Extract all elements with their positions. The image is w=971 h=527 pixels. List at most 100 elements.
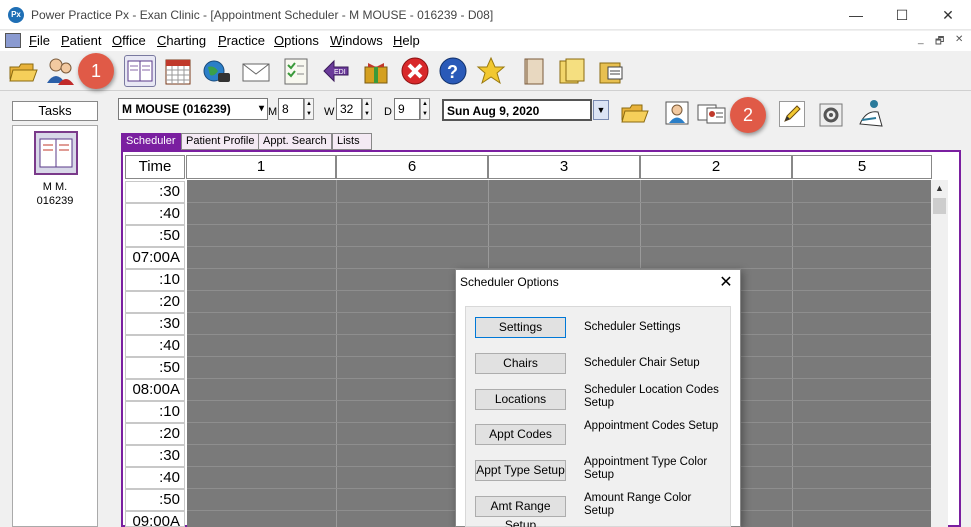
doctor-icon[interactable] — [856, 98, 884, 128]
dialog-title: Scheduler Options — [460, 275, 559, 289]
task-patient-id: 016239 — [36, 195, 74, 207]
time-slot: :40 — [125, 203, 185, 225]
settings-gear-icon[interactable] — [818, 102, 844, 128]
window-title: Power Practice Px - Exan Clinic - [Appoi… — [31, 8, 494, 22]
time-column-header: Time — [125, 155, 185, 179]
week-stepper[interactable]: ▲ ▼ — [362, 98, 372, 120]
chair-column-header[interactable]: 3 — [488, 155, 640, 179]
calendar-grid-icon[interactable] — [162, 55, 194, 87]
time-slot: :10 — [125, 401, 185, 423]
help-icon[interactable]: ? — [437, 55, 469, 87]
scroll-thumb[interactable] — [933, 198, 946, 214]
menu-patient[interactable]: Patient — [61, 33, 101, 48]
scroll-up-arrow-icon[interactable]: ▲ — [931, 180, 948, 197]
folders-icon[interactable] — [556, 55, 588, 87]
chair-column-header[interactable]: 5 — [792, 155, 932, 179]
time-slot: :30 — [125, 445, 185, 467]
edi-icon[interactable]: EDI — [320, 55, 352, 87]
minimize-button[interactable]: — — [833, 0, 879, 30]
grid-row-line — [187, 246, 931, 247]
patient-card-icon[interactable] — [664, 100, 690, 126]
maximize-button[interactable]: ☐ — [879, 0, 925, 30]
gift-icon[interactable] — [360, 55, 392, 87]
time-slot: :10 — [125, 269, 185, 291]
notebook-icon[interactable] — [518, 55, 550, 87]
time-slot: :20 — [125, 291, 185, 313]
appt-type-setup-button[interactable]: Appt Type Setup — [475, 460, 566, 481]
close-button[interactable]: ✕ — [925, 0, 971, 30]
appt-type-description: Appointment Type Color Setup — [584, 456, 708, 481]
star-icon[interactable] — [475, 55, 507, 87]
tab-appt-search[interactable]: Appt. Search — [258, 133, 332, 150]
amt-range-setup-button[interactable]: Amt Range Setup — [475, 496, 566, 527]
locations-button[interactable]: Locations — [475, 389, 566, 410]
time-slot: :40 — [125, 335, 185, 357]
appt-codes-description: Appointment Codes Setup — [584, 420, 719, 432]
document-folder-icon[interactable] — [596, 55, 628, 87]
dialog-close-button[interactable]: ✕ — [716, 272, 736, 292]
scheduler-book-icon[interactable] — [124, 55, 156, 87]
edit-pencil-icon[interactable] — [779, 101, 805, 127]
callout-1: 1 — [78, 53, 114, 89]
patient-book-icon[interactable] — [34, 131, 78, 175]
menu-practice[interactable]: Practice — [218, 33, 265, 48]
globe-camera-icon[interactable] — [200, 55, 232, 87]
week-label: W — [324, 106, 335, 118]
date-dropdown-button[interactable]: ▼ — [593, 100, 609, 120]
settings-button[interactable]: Settings — [475, 317, 566, 338]
task-patient-name[interactable]: M M. — [12, 181, 98, 193]
open-folder-icon[interactable] — [7, 55, 39, 87]
mail-icon[interactable] — [240, 55, 272, 87]
menu-charting[interactable]: Charting — [157, 33, 206, 48]
chair-column-header[interactable]: 2 — [640, 155, 792, 179]
settings-description: Scheduler Settings — [584, 321, 681, 333]
grid-row-line — [187, 202, 931, 203]
menu-windows[interactable]: Windows — [330, 33, 383, 48]
day-field[interactable]: 9 — [394, 98, 420, 120]
time-slot: 07:00A — [125, 247, 185, 269]
grid-divider — [336, 180, 337, 527]
tab-scheduler[interactable]: Scheduler — [121, 133, 181, 150]
time-slot: :50 — [125, 225, 185, 247]
patients-icon[interactable] — [44, 55, 76, 87]
id-cards-icon[interactable] — [697, 102, 727, 124]
menu-file[interactable]: File — [29, 33, 50, 48]
time-slot: :30 — [125, 313, 185, 335]
checklist-icon[interactable] — [280, 55, 312, 87]
grid-divider — [792, 180, 793, 527]
menu-office[interactable]: Office — [112, 33, 146, 48]
chair-column-header[interactable]: 6 — [336, 155, 488, 179]
stop-icon[interactable] — [399, 55, 431, 87]
month-stepper[interactable]: ▲ ▼ — [304, 98, 314, 120]
time-slot: :50 — [125, 357, 185, 379]
patient-select[interactable]: M MOUSE (016239) ▾ — [118, 98, 268, 120]
chairs-button[interactable]: Chairs — [475, 353, 566, 374]
month-field[interactable]: 8 — [278, 98, 304, 120]
day-stepper[interactable]: ▲ ▼ — [420, 98, 430, 120]
appt-codes-button[interactable]: Appt Codes — [475, 424, 566, 445]
open-folder-icon[interactable] — [620, 100, 650, 126]
menu-help[interactable]: Help — [393, 33, 420, 48]
vertical-scrollbar[interactable] — [931, 180, 948, 527]
app-icon: Px — [8, 7, 24, 23]
tab-lists[interactable]: Lists — [332, 133, 372, 150]
svg-text:?: ? — [447, 62, 458, 82]
time-slot: 08:00A — [125, 379, 185, 401]
grid-row-line — [187, 224, 931, 225]
week-field[interactable]: 32 — [336, 98, 362, 120]
menu-options[interactable]: Options — [274, 33, 319, 48]
locations-description: Scheduler Location Codes Setup — [584, 384, 719, 409]
date-field[interactable]: Sun Aug 9, 2020 — [442, 99, 592, 121]
mdi-restore-button[interactable]: 🗗 — [935, 34, 944, 51]
day-label: D — [384, 106, 392, 118]
mdi-doc-icon[interactable] — [5, 33, 21, 48]
chairs-description: Scheduler Chair Setup — [584, 357, 700, 369]
chevron-down-icon: ▾ — [258, 103, 264, 114]
time-slot: :20 — [125, 423, 185, 445]
mdi-close-button[interactable]: ✕ — [955, 34, 963, 45]
mdi-minimize-button[interactable]: _ — [918, 34, 924, 45]
tab-patient-profile[interactable]: Patient Profile — [181, 133, 260, 150]
chair-column-header[interactable]: 1 — [186, 155, 336, 179]
time-slot: :50 — [125, 489, 185, 511]
tasks-header: Tasks — [12, 101, 98, 121]
